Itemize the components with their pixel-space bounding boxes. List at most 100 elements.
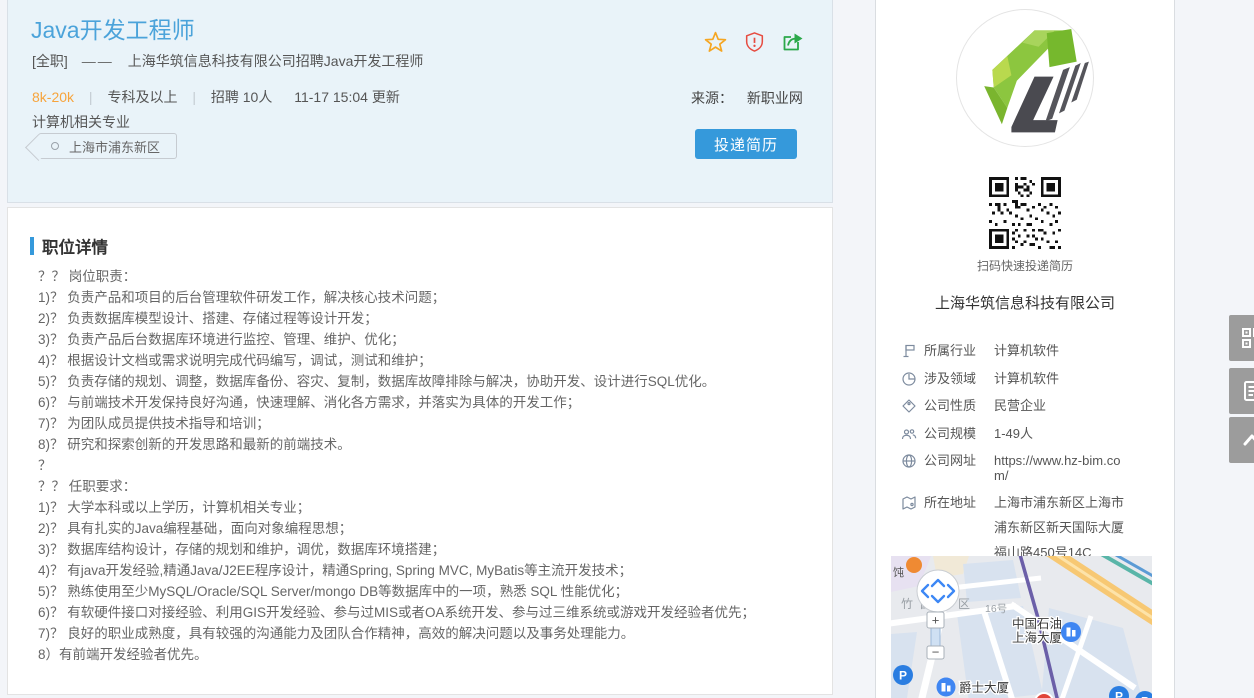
qr-code-icon bbox=[988, 177, 1062, 249]
map-zoom-in-button[interactable]: + bbox=[932, 613, 940, 628]
map-label-wonton: 饨 bbox=[893, 566, 904, 579]
map-zoom-out-button[interactable]: − bbox=[932, 645, 940, 660]
report-shield-icon[interactable] bbox=[744, 31, 765, 53]
apply-resume-button[interactable]: 投递简历 bbox=[695, 129, 797, 159]
company-field-nature: 公司性质 民营企业 bbox=[901, 398, 1156, 414]
company-website-link[interactable]: https://www.hz-bim.com/ bbox=[994, 453, 1134, 483]
location-tag[interactable]: 上海市浦东新区 bbox=[38, 133, 177, 159]
scale-icon bbox=[901, 426, 917, 442]
share-icon[interactable] bbox=[782, 32, 804, 53]
map-poi-jazz-tower: 爵士大厦 bbox=[937, 678, 1010, 697]
qr-small-icon bbox=[1240, 326, 1254, 350]
page-title: Java开发工程师 bbox=[31, 11, 195, 45]
meta-separator: | bbox=[89, 89, 93, 105]
description-line: 5)？ 熟练使用至少MySQL/Oracle/SQL Server/mongo … bbox=[38, 581, 822, 602]
job-meta-row: 8k-20k | 专科及以上 | 招聘 10人 11-17 15:04 更新 bbox=[32, 87, 400, 107]
map-poi-orange-marker bbox=[906, 557, 922, 573]
field-label: 涉及领域 bbox=[924, 371, 982, 386]
field-value: 1-49人 bbox=[994, 426, 1134, 441]
source-value: 新职业网 bbox=[747, 90, 803, 106]
job-action-icons bbox=[704, 31, 804, 53]
section-title: 职位详情 bbox=[42, 234, 108, 258]
field-label: 所在地址 bbox=[924, 495, 982, 510]
back-to-top-button[interactable] bbox=[1229, 417, 1254, 463]
company-field-domain: 涉及领域 计算机软件 bbox=[901, 371, 1156, 387]
nature-icon bbox=[901, 398, 917, 414]
meta-separator: | bbox=[192, 89, 196, 105]
source-label: 来源： bbox=[691, 90, 733, 106]
location-pin-icon bbox=[51, 142, 59, 150]
location-tag-label: 上海市浦东新区 bbox=[69, 137, 160, 156]
map-label-street: 16号 bbox=[985, 603, 1007, 615]
description-line: ？？ 任职要求： bbox=[38, 476, 822, 497]
svg-text:中国石油: 中国石油 bbox=[1012, 616, 1062, 631]
description-line: 8）有前端开发经验者优先。 bbox=[38, 644, 822, 665]
chevron-up-icon bbox=[1240, 428, 1254, 452]
subtitle-dash: —— bbox=[82, 53, 114, 69]
source-row: 来源： 新职业网 bbox=[691, 88, 803, 108]
qr-code bbox=[988, 177, 1062, 249]
description-line: 2)？ 负责数据库模型设计、搭建、存储过程等设计开发； bbox=[38, 308, 822, 329]
description-line: 6)？ 有软硬件接口对接经验、利用GIS开发经验、参与过MIS或者OA系统开发、… bbox=[38, 602, 822, 623]
website-icon bbox=[901, 453, 917, 469]
field-label: 所属行业 bbox=[924, 343, 982, 358]
document-icon bbox=[1240, 379, 1254, 403]
description-line: 4)？ 有java开发经验,精通Java/J2EE程序设计，精通Spring, … bbox=[38, 560, 822, 581]
subtitle-text: 上海华筑信息科技有限公司招聘Java开发工程师 bbox=[128, 53, 424, 69]
company-field-industry: 所属行业 计算机软件 bbox=[901, 343, 1156, 359]
description-line: 1)？ 大学本科或以上学历，计算机相关专业； bbox=[38, 497, 822, 518]
company-fields: 所属行业 计算机软件 涉及领域 计算机软件 公司性质 民营企业 公司规模 1-4… bbox=[901, 343, 1156, 576]
company-field-website: 公司网址 https://www.hz-bim.com/ bbox=[901, 453, 1156, 483]
industry-icon bbox=[901, 343, 917, 359]
company-field-address: 所在地址 上海市浦东新区上海市浦东新区新天国际大厦福山路450号14C bbox=[901, 495, 1156, 565]
floating-qr-button[interactable] bbox=[1229, 315, 1254, 361]
description-line: 1)？ 负责产品和项目的后台管理软件研发工作，解决核心技术问题； bbox=[38, 287, 822, 308]
company-logo-icon bbox=[957, 10, 1093, 146]
salary: 8k-20k bbox=[32, 89, 74, 105]
company-location-map[interactable]: 饨 竹园小区 16号 中国石油 上海大厦 爵士大厦 P P P bbox=[891, 556, 1152, 698]
field-value: 上海市浦东新区上海市浦东新区新天国际大厦福山路450号14C bbox=[994, 490, 1134, 565]
headcount: 招聘 10人 bbox=[211, 89, 272, 105]
company-name: 上海华筑信息科技有限公司 bbox=[876, 292, 1174, 313]
floating-resume-button[interactable] bbox=[1229, 368, 1254, 414]
description-line: 6)？ 与前端技术开发保持良好沟通，快速理解、消化各方需求，并落实为具体的开发工… bbox=[38, 392, 822, 413]
education: 专科及以上 bbox=[107, 89, 177, 105]
field-value: 计算机软件 bbox=[994, 371, 1134, 386]
description-line: 8)？ 研究和探索创新的开发思路和最新的前端技术。 bbox=[38, 434, 822, 455]
description-line: 7)？ 良好的职业成熟度，具有较强的沟通能力及团队合作精神，高效的解决问题以及事… bbox=[38, 623, 822, 644]
field-label: 公司规模 bbox=[924, 426, 982, 441]
description-line: 5)？ 负责存储的规划、调整，数据库备份、容灾、复制，数据库故障排除与解决，协助… bbox=[38, 371, 822, 392]
company-logo bbox=[956, 9, 1094, 147]
job-description: ？？ 岗位职责： 1)？ 负责产品和项目的后台管理软件研发工作，解决核心技术问题… bbox=[38, 266, 822, 665]
map-pan-control[interactable] bbox=[917, 570, 959, 612]
job-header-card: Java开发工程师 [全职]——上海华筑信息科技有限公司招聘Java开发工程师 … bbox=[7, 0, 833, 203]
field-label: 公司网址 bbox=[924, 453, 982, 468]
updated-time: 11-17 15:04 更新 bbox=[294, 89, 400, 105]
qr-caption: 扫码快速投递简历 bbox=[876, 257, 1174, 274]
description-line: ？ bbox=[38, 455, 822, 476]
domain-icon bbox=[901, 371, 917, 387]
section-header: 职位详情 bbox=[30, 234, 108, 258]
section-accent-bar bbox=[30, 237, 34, 255]
job-subtitle: [全职] —— 上海华筑信息科技有限公司招聘Java开发工程师 bbox=[32, 51, 423, 71]
field-label: 公司性质 bbox=[924, 398, 982, 413]
description-line: 7)？ 为团队成员提供技术指导和培训； bbox=[38, 413, 822, 434]
field-value: 民营企业 bbox=[994, 398, 1134, 413]
description-line: 2)？ 具有扎实的Java编程基础，面向对象编程思想； bbox=[38, 518, 822, 539]
description-line: 3)？ 数据库结构设计，存储的规划和维护，调优，数据库环境搭建； bbox=[38, 539, 822, 560]
svg-text:爵士大厦: 爵士大厦 bbox=[959, 681, 1009, 695]
field-value: 计算机软件 bbox=[994, 343, 1134, 358]
svg-text:上海大厦: 上海大厦 bbox=[1012, 630, 1062, 645]
employment-type: [全职] bbox=[32, 53, 68, 69]
company-sidebar: 扫码快速投递简历 上海华筑信息科技有限公司 所属行业 计算机软件 涉及领域 计算… bbox=[875, 0, 1175, 698]
svg-text:P: P bbox=[1141, 695, 1149, 698]
svg-text:P: P bbox=[899, 669, 907, 683]
job-detail-card: 职位详情 ？？ 岗位职责： 1)？ 负责产品和项目的后台管理软件研发工作，解决核… bbox=[7, 207, 833, 695]
favorite-star-icon[interactable] bbox=[704, 31, 727, 53]
address-map-icon bbox=[901, 495, 917, 511]
svg-text:P: P bbox=[1115, 690, 1123, 698]
map-canvas: 饨 竹园小区 16号 中国石油 上海大厦 爵士大厦 P P P bbox=[891, 556, 1152, 698]
major-requirement: 计算机相关专业 bbox=[32, 112, 130, 132]
description-line: 3)？ 负责产品后台数据库环境进行监控、管理、维护、优化； bbox=[38, 329, 822, 350]
description-line: ？？ 岗位职责： bbox=[38, 266, 822, 287]
